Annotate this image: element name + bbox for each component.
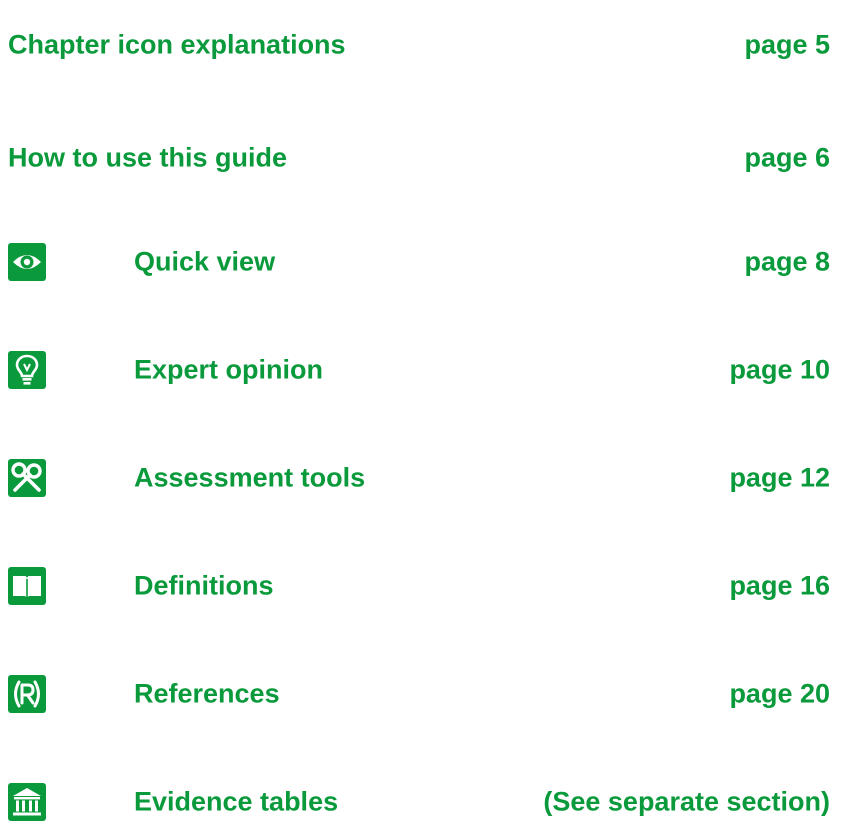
toc-entry-definitions[interactable]: Definitions page 16 bbox=[0, 556, 846, 616]
toc-entry-page: page 12 bbox=[729, 462, 830, 493]
toc-entry-evidence-tables[interactable]: Evidence tables (See separate section) bbox=[0, 772, 846, 832]
toc-entry-title: Evidence tables bbox=[134, 786, 339, 817]
toc-entry-references[interactable]: References page 20 bbox=[0, 664, 846, 724]
lightbulb-icon bbox=[8, 351, 46, 389]
toc-entry-page: (See separate section) bbox=[543, 786, 830, 817]
references-r-icon bbox=[8, 675, 46, 713]
toc-entry-how-to-use-this-guide[interactable]: How to use this guide page 6 bbox=[0, 128, 846, 188]
toc-entry-title: Definitions bbox=[134, 570, 274, 601]
toc-entry-title: Expert opinion bbox=[134, 354, 323, 385]
open-book-icon bbox=[8, 567, 46, 605]
toc-entry-page: page 8 bbox=[744, 246, 830, 277]
tools-icon bbox=[8, 459, 46, 497]
toc-entry-page: page 6 bbox=[744, 142, 830, 173]
toc-entry-title: References bbox=[134, 678, 280, 709]
building-icon bbox=[8, 783, 46, 821]
toc-entry-page: page 20 bbox=[729, 678, 830, 709]
eye-icon bbox=[8, 243, 46, 281]
toc-entry-title: How to use this guide bbox=[8, 142, 288, 173]
toc-entry-title: Quick view bbox=[134, 246, 276, 277]
toc-entry-page: page 5 bbox=[744, 29, 830, 60]
toc-entry-title: Assessment tools bbox=[134, 462, 366, 493]
toc-entry-expert-opinion[interactable]: Expert opinion page 10 bbox=[0, 340, 846, 400]
toc-entry-assessment-tools[interactable]: Assessment tools page 12 bbox=[0, 448, 846, 508]
toc-entry-chapter-icon-explanations[interactable]: Chapter icon explanations page 5 bbox=[0, 15, 846, 75]
toc-entry-quick-view[interactable]: Quick view page 8 bbox=[0, 232, 846, 292]
toc-entry-page: page 16 bbox=[729, 570, 830, 601]
toc-entry-page: page 10 bbox=[729, 354, 830, 385]
toc-entry-title: Chapter icon explanations bbox=[8, 29, 346, 60]
